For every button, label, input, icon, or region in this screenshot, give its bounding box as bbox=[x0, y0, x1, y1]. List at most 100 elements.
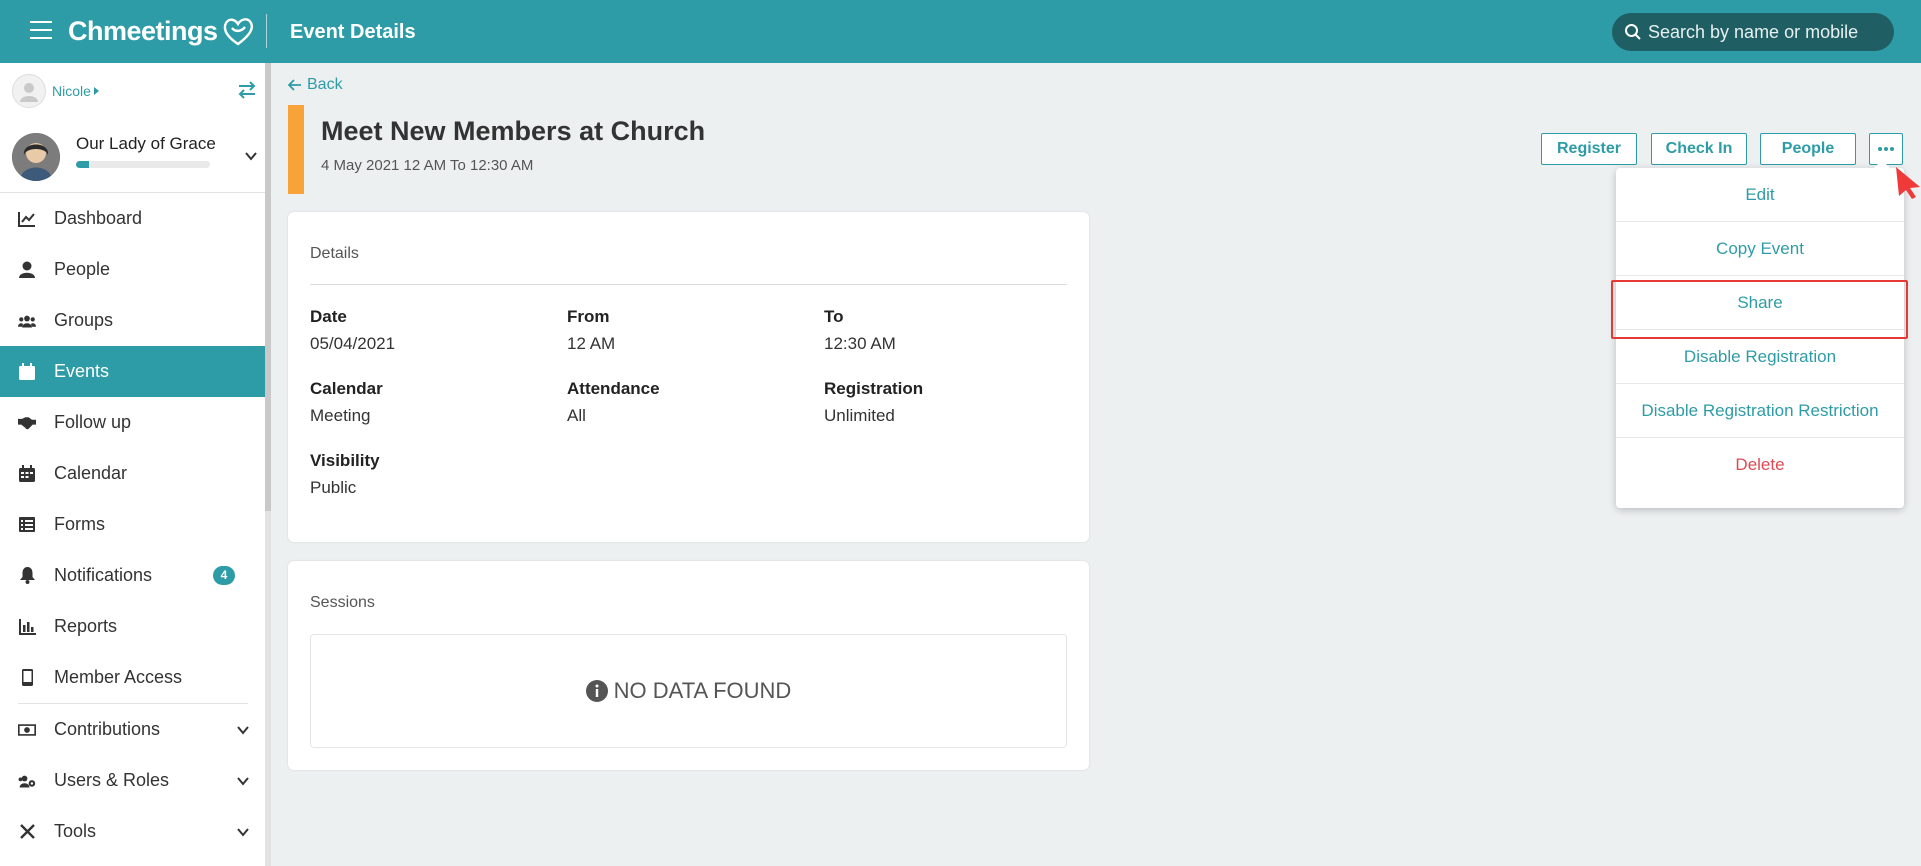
details-heading: Details bbox=[310, 245, 359, 262]
search-icon bbox=[1625, 24, 1641, 40]
menu-item-disable-registration[interactable]: Disable Registration bbox=[1616, 330, 1904, 384]
field-label-from: From bbox=[567, 307, 610, 326]
menu-item-edit[interactable]: Edit bbox=[1616, 168, 1904, 222]
field-value-visibility: Public bbox=[310, 478, 357, 497]
more-options-menu: Edit Copy Event Share Disable Registrati… bbox=[1616, 160, 1904, 508]
sidebar-scrollbar[interactable] bbox=[265, 63, 271, 866]
sidebar-item-label: Follow up bbox=[54, 412, 132, 432]
brand-logo[interactable]: Chmeetings bbox=[68, 14, 256, 48]
logo-heart-icon bbox=[223, 18, 253, 46]
sessions-empty-state: NO DATA FOUND bbox=[310, 634, 1067, 748]
field-value-calendar: Meeting bbox=[310, 406, 371, 425]
sidebar-item-tools[interactable]: Tools bbox=[0, 806, 265, 857]
top-bar: Chmeetings Event Details bbox=[0, 0, 1921, 63]
sidebar-item-label: Notifications bbox=[54, 565, 153, 585]
sidebar-item-reports[interactable]: Reports bbox=[0, 601, 265, 652]
sessions-card: Sessions NO DATA FOUND bbox=[288, 561, 1089, 770]
org-avatar bbox=[12, 133, 60, 181]
sidebar-item-label: Calendar bbox=[54, 463, 128, 483]
sessions-heading: Sessions bbox=[310, 594, 375, 611]
search-input[interactable] bbox=[1648, 21, 1888, 43]
menu-item-copy-event[interactable]: Copy Event bbox=[1616, 222, 1904, 276]
chart-icon bbox=[18, 210, 36, 228]
sidebar-item-label: Forms bbox=[54, 514, 105, 534]
back-label: Back bbox=[307, 76, 343, 93]
field-label-attendance: Attendance bbox=[567, 379, 660, 398]
current-user[interactable]: Nicole bbox=[12, 73, 257, 109]
page-title: Event Details bbox=[290, 21, 416, 43]
sidebar-item-label: Tools bbox=[54, 821, 97, 841]
sidebar-item-forms[interactable]: Forms bbox=[0, 499, 265, 550]
tools-icon bbox=[18, 823, 36, 841]
notification-count-badge: 4 bbox=[213, 566, 235, 585]
sidebar-item-calendar[interactable]: Calendar bbox=[0, 448, 265, 499]
field-value-registration: Unlimited bbox=[824, 406, 895, 425]
caret-right-icon bbox=[93, 87, 99, 95]
sidebar-item-label: Users & Roles bbox=[54, 770, 170, 790]
user-avatar bbox=[12, 74, 46, 108]
users-cog-icon bbox=[18, 772, 36, 790]
chevron-down-icon bbox=[237, 726, 249, 735]
divider bbox=[310, 284, 1067, 285]
sidebar-item-label: Reports bbox=[54, 616, 118, 636]
sidebar-item-label: People bbox=[54, 259, 111, 279]
brand-name: Chmeetings bbox=[68, 15, 218, 46]
sidebar-item-label: Member Access bbox=[54, 667, 183, 687]
sidebar-item-contributions[interactable]: Contributions bbox=[0, 704, 265, 755]
field-value-from: 12 AM bbox=[567, 334, 616, 353]
field-label-registration: Registration bbox=[824, 379, 924, 398]
search-box[interactable] bbox=[1612, 13, 1894, 51]
sidebar-item-users-roles[interactable]: Users & Roles bbox=[0, 755, 265, 806]
hamburger-menu-icon[interactable] bbox=[30, 21, 52, 39]
org-name: Our Lady of Grace bbox=[76, 134, 216, 153]
field-value-date: 05/04/2021 bbox=[310, 334, 396, 353]
menu-item-disable-registration-restriction[interactable]: Disable Registration Restriction bbox=[1616, 384, 1904, 438]
calendar-event-icon bbox=[18, 363, 36, 381]
event-dates: 4 May 2021 12 AM To 12:30 AM bbox=[321, 157, 534, 174]
sidebar-item-events[interactable]: Events bbox=[0, 346, 265, 397]
people-button[interactable]: People bbox=[1760, 133, 1856, 165]
field-value-attendance: All bbox=[567, 406, 586, 425]
money-icon bbox=[18, 721, 36, 739]
field-label-visibility: Visibility bbox=[310, 451, 380, 470]
bar-chart-icon bbox=[18, 618, 36, 636]
sidebar-item-label: Groups bbox=[54, 310, 114, 330]
list-icon bbox=[18, 516, 36, 534]
calendar-icon bbox=[18, 465, 36, 483]
menu-item-share[interactable]: Share bbox=[1616, 276, 1904, 330]
sidebar-item-people[interactable]: People bbox=[0, 244, 265, 295]
bell-icon bbox=[18, 567, 36, 585]
sidebar-item-member-access[interactable]: Member Access bbox=[0, 652, 265, 703]
arrow-left-icon bbox=[288, 79, 301, 91]
chevron-down-icon bbox=[245, 152, 257, 161]
field-value-to: 12:30 AM bbox=[824, 334, 896, 353]
no-data-text: NO DATA FOUND bbox=[613, 678, 792, 703]
more-dots-icon bbox=[1878, 147, 1894, 151]
switch-arrows-icon[interactable] bbox=[237, 81, 257, 99]
sidebar-item-groups[interactable]: Groups bbox=[0, 295, 265, 346]
chevron-down-icon bbox=[237, 828, 249, 837]
sidebar-item-label: Dashboard bbox=[54, 208, 143, 228]
org-progress-bar bbox=[76, 161, 210, 168]
user-name: Nicole bbox=[52, 83, 91, 99]
menu-item-delete[interactable]: Delete bbox=[1616, 438, 1904, 492]
sidebar-item-label: Contributions bbox=[54, 719, 161, 739]
group-icon bbox=[18, 312, 36, 330]
sidebar-item-follow-up[interactable]: Follow up bbox=[0, 397, 265, 448]
check-in-button[interactable]: Check In bbox=[1651, 133, 1747, 165]
sidebar-item-dashboard[interactable]: Dashboard bbox=[0, 193, 265, 244]
back-link[interactable]: Back bbox=[288, 76, 343, 94]
scrollbar-thumb[interactable] bbox=[265, 63, 271, 511]
sidebar-item-label: Events bbox=[54, 361, 110, 381]
register-button[interactable]: Register bbox=[1541, 133, 1637, 165]
sidebar-nav: Dashboard People Groups Events Follow up… bbox=[0, 193, 265, 857]
field-label-to: To bbox=[824, 307, 844, 326]
topbar-divider bbox=[266, 14, 267, 48]
event-color-accent bbox=[288, 105, 304, 194]
organization-selector[interactable]: Our Lady of Grace bbox=[12, 131, 257, 185]
sidebar: Nicole Our Lady of Grace Dashboard Peopl… bbox=[0, 63, 265, 866]
handshake-icon bbox=[18, 414, 36, 432]
sidebar-item-notifications[interactable]: Notifications 4 bbox=[0, 550, 265, 601]
details-card: Details Date 05/04/2021 From 12 AM To 12… bbox=[288, 212, 1089, 542]
field-label-calendar: Calendar bbox=[310, 379, 383, 398]
